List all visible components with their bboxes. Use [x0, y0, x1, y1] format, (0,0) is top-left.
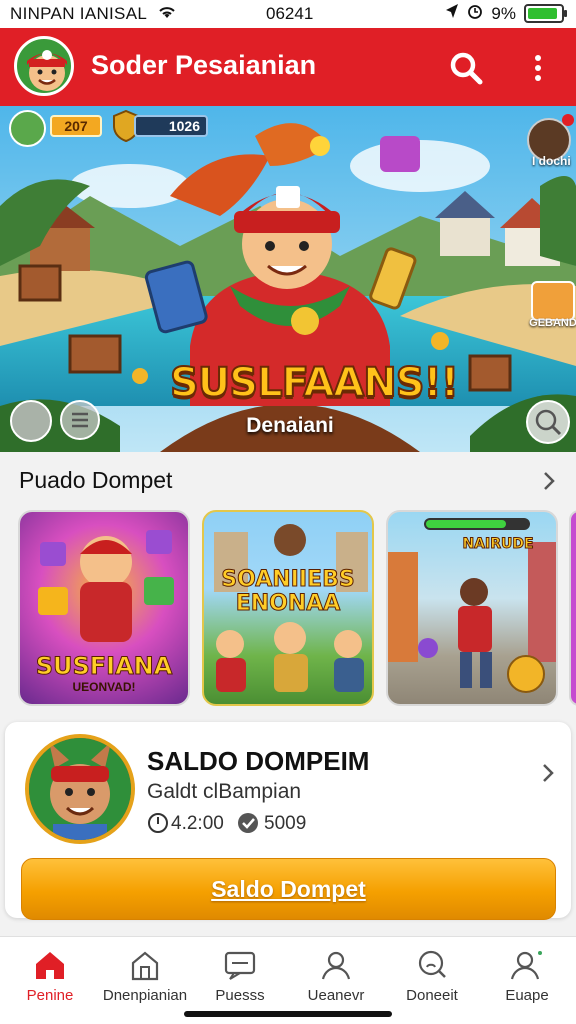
profile-label: I dochi: [532, 154, 571, 168]
wallet-button-label: Saldo Dompet: [211, 875, 366, 902]
user-icon: [318, 947, 354, 983]
inventory-button[interactable]: [10, 400, 52, 442]
card-3-title: NAIRUDE: [462, 536, 534, 553]
store-icon: [127, 947, 163, 983]
nav-label: Dnenpianian: [102, 987, 188, 1004]
wallet-panel: SALDO DOMPEIM Galdt clBampian 4.2:00 500…: [5, 722, 571, 920]
location-icon: [445, 3, 459, 24]
clock-icon: [147, 812, 169, 834]
section-title: Puado Dompet: [19, 467, 173, 493]
game-card-2[interactable]: SOANIIEBS ENONAA: [202, 510, 374, 706]
app-avatar[interactable]: [14, 36, 74, 96]
hero-banner[interactable]: 207 1026 I dochi GEBAND SUSLFAANS!! Dena…: [0, 106, 576, 452]
nav-item-profile-settings[interactable]: Euape: [479, 937, 575, 1013]
verified-icon: [237, 812, 259, 834]
wallet-stat-time: 4.2:00: [171, 813, 224, 834]
home-indicator: [184, 1011, 392, 1017]
carrier-name: NINPAN IANISAL: [10, 4, 148, 23]
chevron-right-icon[interactable]: [540, 470, 558, 492]
nav-item-store[interactable]: Dnenpianian: [97, 937, 193, 1013]
game-card-1[interactable]: SUSFIANA UEONVAD!: [18, 510, 190, 706]
chevron-right-icon[interactable]: [539, 762, 557, 784]
profile-settings-icon: [509, 947, 545, 983]
nav-item-user[interactable]: Ueanevr: [288, 937, 384, 1013]
game-card-3[interactable]: NAIRUDE: [386, 510, 558, 706]
app-title: Soder Pesaianian: [91, 50, 317, 80]
chat-icon: [222, 947, 258, 983]
nav-item-search-user[interactable]: Doneeit: [384, 937, 480, 1013]
alarm-icon: [467, 3, 483, 24]
nav-label: Euape: [505, 987, 549, 1004]
status-right: 9%: [445, 3, 567, 24]
search-user-icon: [414, 947, 450, 983]
search-icon[interactable]: [446, 48, 486, 88]
chest-label: GEBAND: [529, 317, 576, 329]
gem-counter: 1026: [134, 115, 208, 137]
wifi-icon: [157, 4, 177, 24]
wallet-stat-balance: 5009: [264, 813, 307, 834]
more-vertical-icon[interactable]: [523, 48, 553, 88]
battery-fill: [528, 8, 557, 19]
wallet-avatar: [25, 734, 135, 844]
wallet-title: SALDO DOMPEIM: [147, 746, 370, 776]
app-bar: Soder Pesaianian: [0, 28, 576, 106]
status-bar: NINPAN IANISAL 06241 9%: [0, 0, 576, 28]
wallet-subtitle: Galdt clBampian: [147, 780, 302, 803]
nav-label: Puesss: [215, 987, 265, 1004]
player-avatar[interactable]: [9, 110, 46, 147]
nav-label: Ueanevr: [307, 987, 365, 1004]
battery-icon: [524, 4, 567, 23]
chest-icon[interactable]: [531, 281, 575, 321]
menu-icon[interactable]: [60, 400, 100, 440]
app-screen: NINPAN IANISAL 06241 9% Soder Pesaianian…: [0, 0, 576, 1024]
zoom-icon[interactable]: [526, 400, 570, 444]
game-card-4-partial[interactable]: [569, 510, 576, 706]
wallet-button[interactable]: Saldo Dompet: [21, 858, 556, 920]
notification-dot: [562, 114, 574, 126]
clock: 06241: [266, 4, 314, 23]
coin-counter: 207: [50, 115, 102, 137]
hero-subtitle: Denaiani: [246, 414, 334, 437]
card-1-title: SUSFIANA: [35, 652, 173, 681]
home-icon: [32, 947, 68, 983]
nav-label: Doneeit: [406, 987, 458, 1004]
card-2-title: SOANIIEBS ENONAA: [221, 567, 355, 616]
nav-item-home[interactable]: Penine: [2, 937, 98, 1013]
battery-percent: 9%: [491, 3, 516, 23]
hero-logo: SUSLFAANS!!: [169, 359, 460, 407]
nav-label: Penine: [26, 987, 74, 1004]
nav-item-chat[interactable]: Puesss: [192, 937, 288, 1013]
card-1-subtitle: UEONVAD!: [72, 680, 136, 694]
